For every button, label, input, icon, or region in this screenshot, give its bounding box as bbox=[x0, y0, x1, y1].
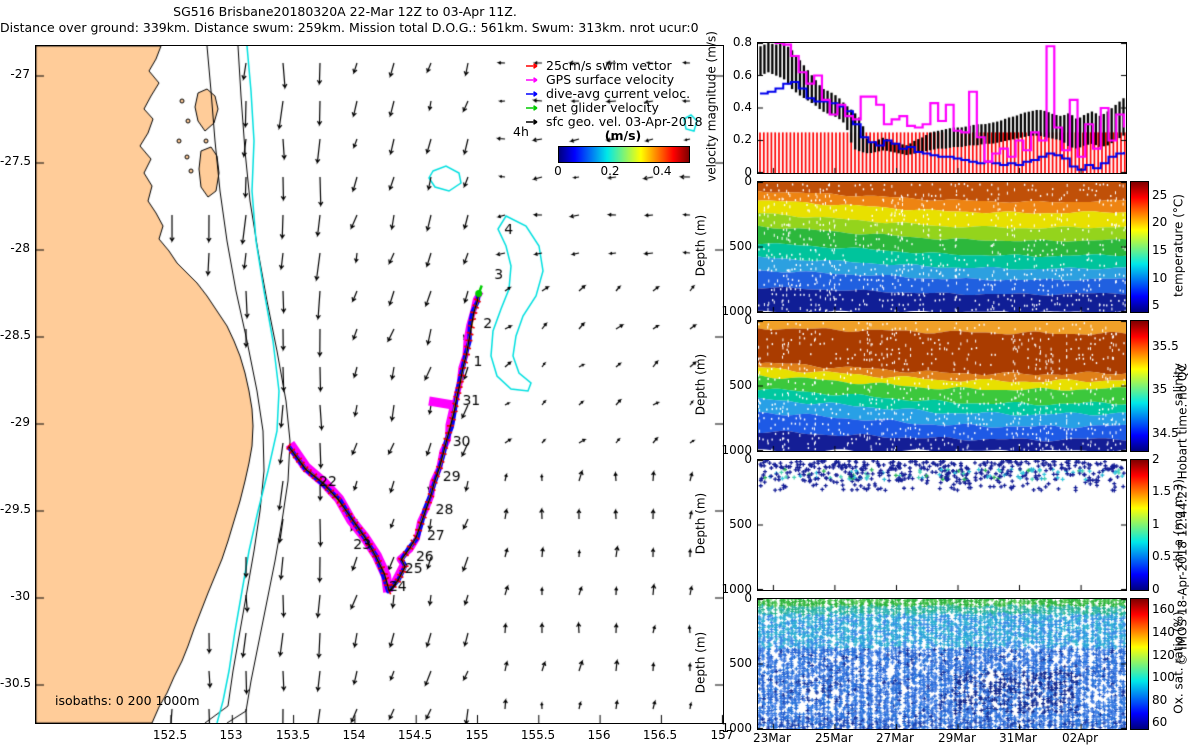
map-lat-tick: -28.5 bbox=[0, 328, 32, 342]
date-tick: 31Mar bbox=[999, 731, 1037, 745]
map-lat-tick: -29.5 bbox=[0, 502, 32, 516]
legend-row: 25cm/s swim vector bbox=[524, 58, 672, 73]
map-lat-tick: -27 bbox=[10, 67, 30, 81]
map-cbar-tick: 0 bbox=[554, 164, 562, 178]
map-colorbar-title: (m/s) bbox=[604, 128, 642, 143]
map-cbar-tick: 0.4 bbox=[652, 164, 672, 178]
map-speed-colorbar bbox=[558, 146, 690, 163]
depth-tick: 0 bbox=[744, 174, 752, 188]
date-tick: 25Mar bbox=[815, 731, 853, 745]
map-lat-tick: -30.5 bbox=[0, 676, 32, 690]
date-tick: 02Apr bbox=[1061, 731, 1099, 745]
map-cbar-tick: 0.2 bbox=[600, 164, 620, 178]
gps-velocity-arrow-icon bbox=[524, 75, 542, 85]
map-lon-tick: 155 bbox=[465, 728, 489, 742]
seaglider-mission-figure: SG516 Brisbane20180320A 22-Mar 12Z to 03… bbox=[0, 0, 1200, 750]
depth-tick: 0 bbox=[744, 591, 752, 605]
date-tick: 27Mar bbox=[876, 731, 914, 745]
temperature-section-plot bbox=[757, 181, 1127, 313]
legend-row: net glider velocity bbox=[524, 100, 659, 115]
dive-avg-current-arrow-icon bbox=[524, 89, 542, 99]
net-glider-velocity-arrow-icon bbox=[524, 103, 542, 113]
map-lat-tick: -30 bbox=[10, 589, 30, 603]
temperature-colorbar bbox=[1130, 181, 1149, 313]
depth-tick: 0 bbox=[744, 313, 752, 327]
salinity-section-plot bbox=[757, 320, 1127, 452]
isobaths-caption: isobaths: 0 200 1000m bbox=[55, 693, 200, 708]
map-lon-tick: 154 bbox=[342, 728, 366, 742]
swim-vector-arrow-icon bbox=[524, 61, 542, 71]
velocity-ytick: 0.4 bbox=[732, 100, 752, 114]
depth-tick: 0 bbox=[744, 452, 752, 466]
imos-credit: © IMOS 18-Apr-2018 12:44:27 Hobart time.… bbox=[1175, 363, 1190, 666]
legend-row: GPS surface velocity bbox=[524, 72, 674, 87]
salinity-colorbar bbox=[1130, 320, 1149, 452]
legend-row: sfc geo. vel. 03-Apr-2018 bbox=[524, 114, 703, 129]
figure-title-line2: Distance over ground: 339km. Distance sw… bbox=[0, 20, 699, 35]
arrow-scale-label: 4h bbox=[513, 124, 529, 139]
chlorophyll-section-plot bbox=[757, 459, 1127, 591]
depth-tick: 500 bbox=[729, 378, 752, 392]
chla-colorbar bbox=[1130, 459, 1149, 591]
map-lon-tick: 155.5 bbox=[520, 728, 556, 742]
velocity-ytick: 0.2 bbox=[732, 132, 752, 146]
depth-tick: 500 bbox=[729, 517, 752, 531]
velocity-ytick: 0.6 bbox=[732, 68, 752, 82]
depth-axis-label: Depth (m) bbox=[693, 492, 708, 555]
oxygen-section-plot bbox=[757, 598, 1127, 730]
map-lon-tick: 153.5 bbox=[275, 728, 311, 742]
velocity-magnitude-plot bbox=[757, 42, 1127, 174]
map-lon-tick: 152.5 bbox=[152, 728, 188, 742]
date-tick: 29Mar bbox=[938, 731, 976, 745]
map-lon-tick: 156.5 bbox=[642, 728, 678, 742]
depth-axis-label: Depth (m) bbox=[693, 631, 708, 694]
map-lat-tick: -28 bbox=[10, 241, 30, 255]
velocity-ytick: 0.8 bbox=[732, 35, 752, 49]
depth-tick: 500 bbox=[729, 656, 752, 670]
map-lat-tick: -27.5 bbox=[0, 154, 32, 168]
depth-axis-label: Depth (m) bbox=[693, 214, 708, 277]
map-lon-tick: 154.5 bbox=[397, 728, 433, 742]
map-lon-tick: 153 bbox=[219, 728, 243, 742]
map-lat-tick: -29 bbox=[10, 415, 30, 429]
map-lon-tick: 156 bbox=[587, 728, 611, 742]
depth-tick: 500 bbox=[729, 239, 752, 253]
figure-title-line1: SG516 Brisbane20180320A 22-Mar 12Z to 03… bbox=[173, 4, 517, 19]
depth-axis-label: Depth (m) bbox=[693, 353, 708, 416]
oxygen-colorbar bbox=[1130, 598, 1149, 730]
date-tick: 23Mar bbox=[753, 731, 791, 745]
legend-row: dive-avg current veloc. bbox=[524, 86, 690, 101]
